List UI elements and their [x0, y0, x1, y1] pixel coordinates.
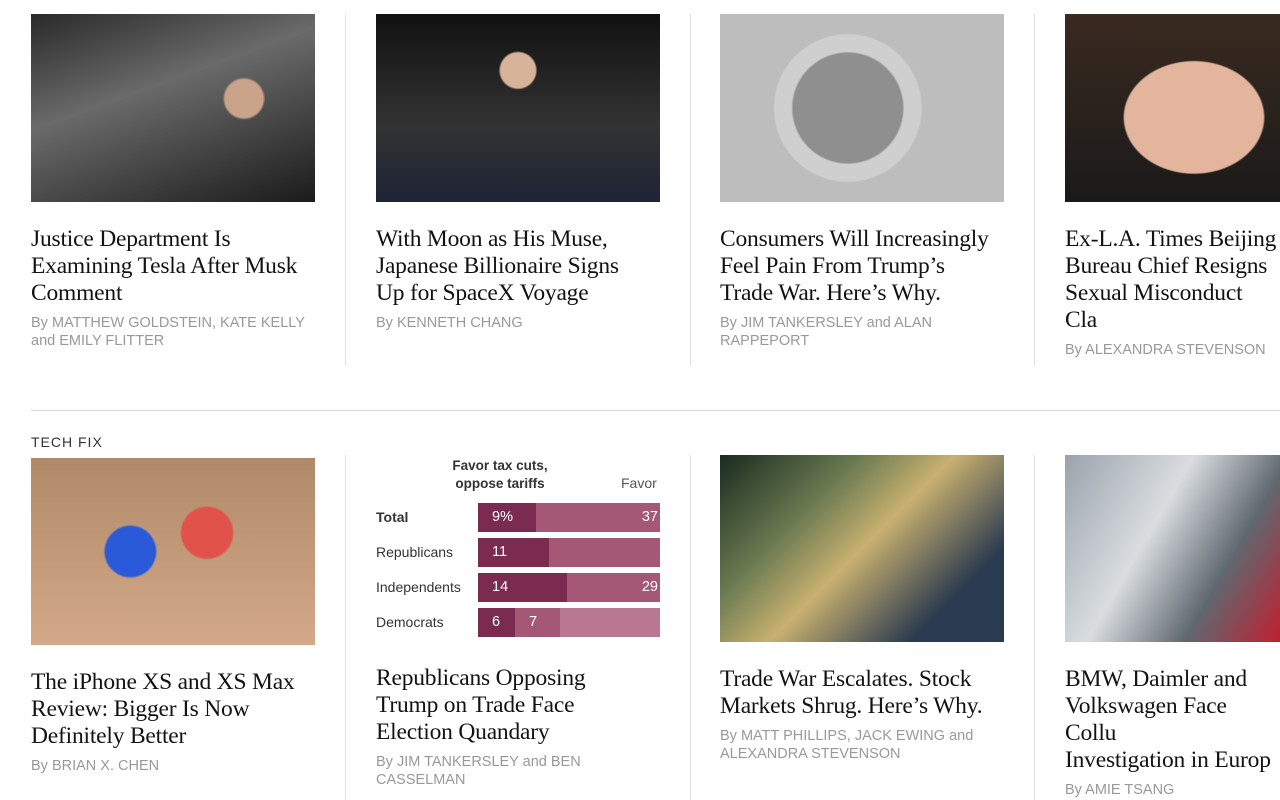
article-card[interactable]: Justice Department Is Examining Tesla Af…	[31, 14, 315, 350]
article-card[interactable]: Consumers Will Increasingly Feel Pain Fr…	[720, 14, 1004, 350]
article-card[interactable]: BMW, Daimler and Volkswagen Face Collu I…	[1065, 455, 1280, 799]
chart-row-label: Independents	[376, 579, 461, 595]
chart-row: Democrats 6 7	[376, 608, 660, 637]
column-divider	[345, 455, 346, 800]
headline-link[interactable]: With Moon as His Muse, Japanese Billiona…	[376, 226, 660, 307]
chart-bar-segment: 14	[478, 573, 567, 602]
chart-thumbnail[interactable]: Favor tax cuts, oppose tariffs Favor Total…	[376, 455, 660, 641]
headline-link[interactable]: BMW, Daimler and Volkswagen Face Collu I…	[1065, 666, 1280, 774]
chart-row: Total 9% 37	[376, 503, 660, 532]
byline: By KENNETH CHANG	[376, 315, 523, 331]
chart-right-header: Favor	[621, 475, 657, 491]
column-divider	[1034, 14, 1035, 366]
chart-bar-segment: 11	[478, 538, 549, 567]
article-image[interactable]	[720, 14, 1004, 202]
article-image[interactable]	[720, 455, 1004, 642]
headline-link[interactable]: Trade War Escalates. Stock Markets Shrug…	[720, 666, 1004, 720]
headline-link[interactable]: Justice Department Is Examining Tesla Af…	[31, 226, 315, 307]
column-divider	[1034, 455, 1035, 800]
byline: By MATT PHILLIPS, JACK EWING and ALEXAND…	[720, 728, 974, 762]
byline: By JIM TANKERSLEY and ALAN RAPPEPORT	[720, 315, 932, 349]
article-card[interactable]: Favor tax cuts, oppose tariffs Favor Total…	[376, 455, 660, 789]
chart-row: Republicans 11	[376, 538, 660, 567]
article-image[interactable]	[1065, 14, 1280, 202]
column-divider	[345, 14, 346, 366]
section-divider	[31, 410, 1280, 411]
chart-row-label: Total	[376, 509, 409, 525]
byline: By BRIAN X. CHEN	[31, 758, 160, 774]
byline: By AMIE TSANG	[1065, 782, 1175, 798]
article-card[interactable]: The iPhone XS and XS Max Review: Bigger …	[31, 458, 315, 775]
article-image[interactable]	[376, 14, 660, 202]
article-card[interactable]: With Moon as His Muse, Japanese Billiona…	[376, 14, 660, 332]
article-image[interactable]	[31, 14, 315, 202]
chart-bar-segment: 6	[478, 608, 515, 637]
headline-link[interactable]: Republicans Opposing Trump on Trade Face…	[376, 665, 660, 746]
chart-title: Favor tax cuts, oppose tariffs	[452, 458, 548, 491]
article-card[interactable]: Ex-L.A. Times Beijing Bureau Chief Resig…	[1065, 14, 1280, 359]
byline: By JIM TANKERSLEY and BEN CASSELMAN	[376, 754, 581, 788]
chart-row-label: Democrats	[376, 614, 444, 630]
article-card[interactable]: Trade War Escalates. Stock Markets Shrug…	[720, 455, 1004, 763]
chart-bar-segment: 37	[536, 503, 660, 532]
chart-row: Independents 14 29	[376, 573, 660, 602]
headline-link[interactable]: The iPhone XS and XS Max Review: Bigger …	[31, 669, 315, 750]
headline-link[interactable]: Consumers Will Increasingly Feel Pain Fr…	[720, 226, 1004, 307]
chart-bar-segment: 7	[515, 608, 560, 637]
chart-bar-segment: 9%	[478, 503, 536, 532]
article-image[interactable]	[31, 458, 315, 645]
chart-bar-segment	[560, 608, 660, 637]
headline-link[interactable]: Ex-L.A. Times Beijing Bureau Chief Resig…	[1065, 226, 1280, 334]
column-divider	[690, 14, 691, 366]
byline: By MATTHEW GOLDSTEIN, KATE KELLY and EMI…	[31, 315, 305, 349]
chart-row-label: Republicans	[376, 544, 454, 560]
section-label[interactable]: TECH FIX	[31, 434, 103, 450]
byline: By ALEXANDRA STEVENSON	[1065, 342, 1266, 358]
chart-bar-segment	[549, 538, 660, 567]
column-divider	[690, 455, 691, 800]
article-image[interactable]	[1065, 455, 1280, 642]
chart-bar-segment: 29	[567, 573, 660, 602]
